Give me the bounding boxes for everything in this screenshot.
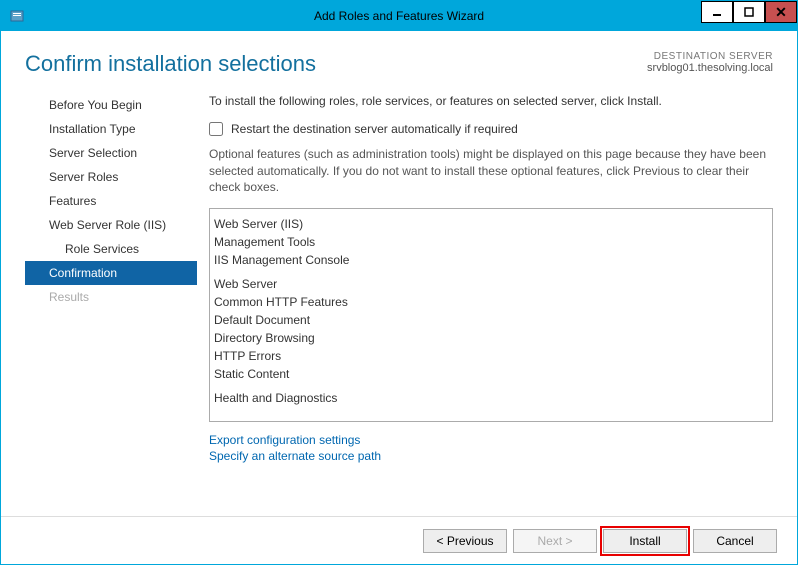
restart-option[interactable]: Restart the destination server automatic… [209, 122, 773, 136]
tree-default-doc: Default Document [214, 311, 768, 329]
restart-label: Restart the destination server automatic… [231, 122, 518, 136]
config-links: Export configuration settings Specify an… [209, 432, 773, 464]
restart-checkbox[interactable] [209, 122, 223, 136]
nav-server-roles[interactable]: Server Roles [25, 165, 197, 189]
instruction-text: To install the following roles, role ser… [209, 93, 773, 110]
cancel-button[interactable]: Cancel [693, 529, 777, 553]
window-controls: ✕ [701, 1, 797, 23]
wizard-nav: Before You Begin Installation Type Serve… [25, 93, 197, 487]
alternate-source-link[interactable]: Specify an alternate source path [209, 448, 773, 464]
destination-label: DESTINATION SERVER [647, 51, 773, 62]
tree-static-content: Static Content [214, 365, 768, 383]
tree-mgmt-tools: Management Tools [214, 233, 768, 251]
nav-web-server-role[interactable]: Web Server Role (IIS) [25, 213, 197, 237]
window-body: Confirm installation selections DESTINAT… [1, 31, 797, 564]
export-config-link[interactable]: Export configuration settings [209, 432, 773, 448]
optional-note: Optional features (such as administratio… [209, 146, 773, 196]
close-button[interactable]: ✕ [765, 1, 797, 23]
tree-iis-console: IIS Management Console [214, 251, 768, 269]
next-button: Next > [513, 529, 597, 553]
destination-server: srvblog01.thesolving.local [647, 62, 773, 74]
titlebar[interactable]: Add Roles and Features Wizard ✕ [1, 1, 797, 31]
tree-health-diag: Health and Diagnostics [214, 389, 768, 407]
page-title: Confirm installation selections [25, 51, 316, 77]
header-area: Confirm installation selections DESTINAT… [1, 31, 797, 77]
nav-role-services[interactable]: Role Services [25, 237, 197, 261]
nav-features[interactable]: Features [25, 189, 197, 213]
minimize-button[interactable] [701, 1, 733, 23]
tree-common-http: Common HTTP Features [214, 293, 768, 311]
selection-tree[interactable]: Web Server (IIS) Management Tools IIS Ma… [209, 208, 773, 422]
tree-dir-browsing: Directory Browsing [214, 329, 768, 347]
nav-installation-type[interactable]: Installation Type [25, 117, 197, 141]
nav-results: Results [25, 285, 197, 309]
maximize-button[interactable] [733, 1, 765, 23]
previous-button[interactable]: < Previous [423, 529, 507, 553]
nav-before-you-begin[interactable]: Before You Begin [25, 93, 197, 117]
nav-confirmation[interactable]: Confirmation [25, 261, 197, 285]
tree-http-errors: HTTP Errors [214, 347, 768, 365]
window-chrome: Add Roles and Features Wizard ✕ Confirm … [0, 0, 798, 565]
wizard-footer: < Previous Next > Install Cancel [1, 516, 797, 564]
tree-more: x [214, 407, 768, 422]
tree-web-server: Web Server [214, 275, 768, 293]
content-area: Before You Begin Installation Type Serve… [1, 77, 797, 487]
main-panel: To install the following roles, role ser… [197, 93, 773, 487]
nav-server-selection[interactable]: Server Selection [25, 141, 197, 165]
install-button[interactable]: Install [603, 529, 687, 553]
tree-web-iis: Web Server (IIS) [214, 215, 768, 233]
window-title: Add Roles and Features Wizard [314, 9, 484, 23]
app-icon [9, 8, 25, 24]
destination-info: DESTINATION SERVER srvblog01.thesolving.… [647, 51, 773, 74]
